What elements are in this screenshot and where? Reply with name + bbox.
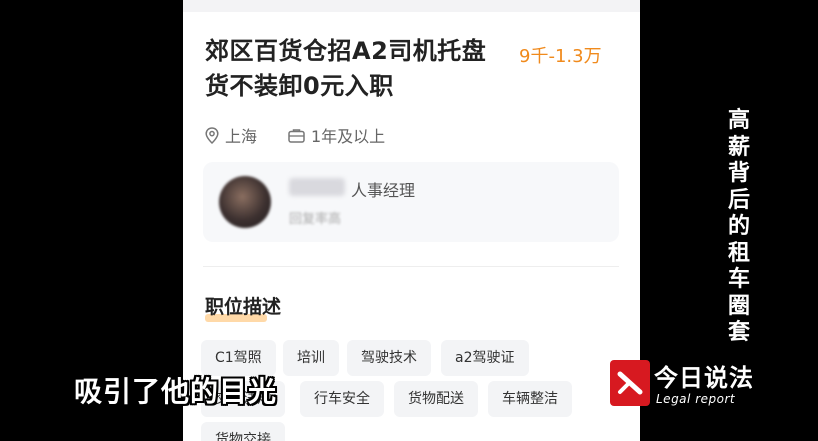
recruiter-avatar bbox=[219, 176, 271, 228]
video-subtitle: 吸引了他的目光 bbox=[74, 375, 278, 408]
skill-tag: 行车安全 bbox=[300, 381, 384, 417]
briefcase-icon bbox=[288, 128, 305, 143]
location-pin-icon bbox=[205, 126, 219, 144]
skill-tag: 车辆整洁 bbox=[488, 381, 572, 417]
vertical-caption-char: 的 bbox=[727, 214, 750, 239]
job-experience: 1年及以上 bbox=[288, 123, 385, 147]
vertical-caption: 高 薪 背 后 的 租 车 圈 套 bbox=[722, 108, 756, 347]
logo-text-en: Legal report bbox=[656, 392, 736, 406]
experience-label: 1年及以上 bbox=[311, 127, 386, 146]
logo-text-cn: 今日说法 bbox=[654, 364, 754, 392]
job-title-line2: 货不装卸0元入职 bbox=[205, 72, 394, 100]
skill-tag: 培训 bbox=[283, 340, 339, 376]
vertical-caption-char: 后 bbox=[727, 187, 750, 213]
location-label: 上海 bbox=[225, 127, 258, 146]
job-title: 郊区百货仓招A2司机托盘 货不装卸0元入职 bbox=[205, 34, 545, 104]
job-location: 上海 bbox=[205, 123, 257, 147]
vertical-caption-char: 租 bbox=[727, 240, 750, 266]
vertical-caption-char: 背 bbox=[727, 161, 750, 186]
recruiter-role: 人事经理 bbox=[351, 181, 416, 200]
recruiter-card[interactable]: 人事经理 回复率高 bbox=[203, 162, 619, 242]
section-divider bbox=[203, 266, 619, 267]
recruiter-reply-rate: 回复率高 bbox=[289, 212, 342, 227]
vertical-caption-char: 车 bbox=[727, 267, 750, 292]
vertical-caption-char: 高 bbox=[727, 108, 750, 133]
vertical-caption-char: 薪 bbox=[727, 134, 750, 160]
skill-tag: 驾驶技术 bbox=[347, 340, 431, 376]
vertical-caption-char: 圈 bbox=[727, 293, 750, 319]
salary-range: 9千-1.3万 bbox=[519, 46, 602, 67]
skill-tag: a2驾驶证 bbox=[441, 340, 529, 376]
job-title-line1: 郊区百货仓招A2司机托盘 bbox=[205, 37, 487, 65]
logo-mark-icon bbox=[610, 360, 650, 406]
skill-tag: 货物配送 bbox=[394, 381, 478, 417]
top-strip bbox=[183, 0, 640, 12]
vertical-caption-char: 套 bbox=[727, 320, 750, 345]
skill-tag: 货物交接 bbox=[201, 422, 285, 441]
recruiter-name-blurred bbox=[289, 178, 345, 196]
channel-logo: 今日说法 Legal report bbox=[610, 360, 780, 408]
section-title: 职位描述 bbox=[205, 296, 282, 318]
